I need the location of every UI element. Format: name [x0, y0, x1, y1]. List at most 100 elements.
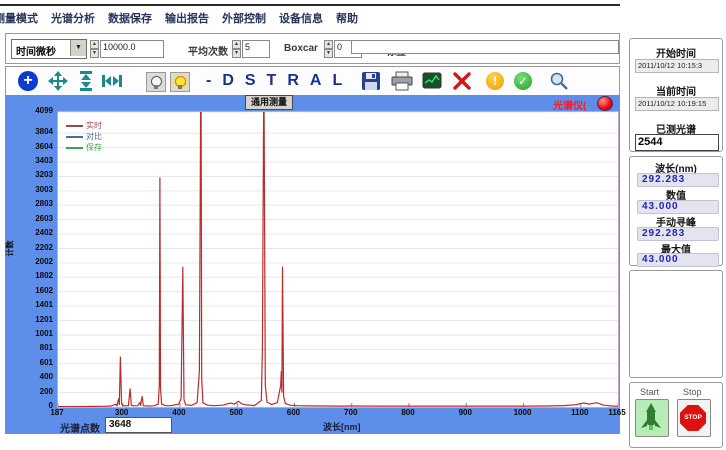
pan-icon[interactable] — [48, 71, 68, 91]
lamp-on-icon[interactable] — [170, 72, 190, 92]
stop-button-label: Stop — [683, 387, 702, 397]
integration-mode-value: 时间微秒 — [16, 43, 56, 58]
menu-item-5[interactable]: 外部控制 — [222, 10, 266, 26]
x-axis-tick-label: 400 — [164, 408, 194, 417]
save-icon[interactable] — [361, 71, 381, 91]
legend-line-icon — [66, 136, 83, 138]
integration-mode-select[interactable]: 时间微秒 ▼ — [11, 39, 87, 59]
y-axis-tick-labels: 0200400601801100112011401160218022002220… — [19, 95, 53, 434]
y-axis-title: 计数 — [5, 241, 16, 257]
window-top-border — [0, 4, 620, 6]
y-axis-tick-label: 3003 — [19, 186, 53, 194]
legend-label: 对比 — [86, 132, 102, 141]
y-axis-tick-label: 4099 — [19, 107, 53, 115]
stop-button[interactable]: STOP — [677, 399, 711, 437]
start-time-label: 开始时间 — [630, 45, 722, 60]
current-time-value: 2011/10/12 10:19:15 — [635, 97, 719, 111]
average-count-field[interactable]: 5 — [242, 40, 270, 58]
tag-input[interactable] — [351, 40, 619, 54]
acquisition-control-bar: 时间微秒 ▼ ▲▼ 10000.0 平均次数 ▲▼ 5 Boxcar ▲▼ 0 — [5, 33, 620, 64]
spectrum-points-field[interactable]: 3648 — [105, 417, 172, 433]
menu-item-3[interactable]: 数据保存 — [108, 10, 152, 26]
x-axis-tick-labels: 187300400500600700800900100011001165 — [5, 408, 620, 418]
legend-line-icon — [66, 125, 83, 127]
delete-icon[interactable] — [452, 71, 472, 91]
y-axis-tick-label: 1802 — [19, 272, 53, 280]
run-control-box: Start Stop STOP — [629, 382, 723, 448]
legend-entry-对比: 对比 — [66, 131, 102, 142]
x-axis-tick-label: 500 — [221, 408, 251, 417]
legend-label: 实时 — [86, 121, 102, 130]
x-axis-tick-label: 900 — [450, 408, 480, 417]
max-value: 43.000 — [637, 253, 719, 267]
horizontal-scale-icon[interactable] — [102, 71, 122, 91]
start-button[interactable] — [635, 399, 669, 437]
x-axis-tick-label: 700 — [336, 408, 366, 417]
x-axis-tick-label: 187 — [42, 408, 72, 417]
x-axis-tick-label: 300 — [107, 408, 137, 417]
menu-item-2[interactable]: 光谱分析 — [51, 10, 95, 26]
spectrometer-app-window: 测量模式光谱分析数据保存输出报告外部控制设备信息帮助 时间微秒 ▼ ▲▼ 100… — [0, 0, 726, 450]
y-axis-tick-label: 2002 — [19, 258, 53, 266]
legend-entry-保存: 保存 — [66, 142, 102, 153]
chevron-down-icon[interactable]: ▼ — [70, 40, 86, 56]
rocket-icon — [636, 400, 666, 434]
spare-box — [629, 270, 723, 378]
ok-icon[interactable]: ✓ — [514, 72, 532, 90]
start-time-value: 2011/10/12 10:15:3 — [635, 59, 719, 73]
spectrum-points-label: 光谱点数 — [60, 420, 100, 435]
y-axis-tick-label: 1201 — [19, 316, 53, 324]
x-axis-tick-label: 800 — [393, 408, 423, 417]
y-axis-tick-label: 400 — [19, 373, 53, 381]
plot-legend: 实时对比保存 — [66, 120, 102, 153]
print-icon[interactable] — [391, 71, 411, 91]
status-led-icon — [597, 96, 613, 111]
warning-icon[interactable]: ! — [486, 72, 504, 90]
start-button-label: Start — [640, 387, 659, 397]
tab-general-measurement[interactable]: 通用测量 — [245, 95, 293, 110]
screen-icon[interactable] — [422, 71, 442, 91]
y-axis-tick-label: 3203 — [19, 171, 53, 179]
average-count-label: 平均次数 — [188, 43, 228, 58]
stop-sign-icon: STOP — [680, 405, 706, 431]
menu-item-7[interactable]: 帮助 — [336, 10, 358, 26]
x-axis-tick-label: 1000 — [508, 408, 538, 417]
boxcar-stepper[interactable]: ▲▼ — [324, 40, 333, 56]
menu-bar: 测量模式光谱分析数据保存输出报告外部控制设备信息帮助 — [0, 9, 634, 25]
y-axis-tick-label: 2202 — [19, 244, 53, 252]
count-value: 43.000 — [637, 200, 719, 214]
y-axis-tick-label: 3403 — [19, 157, 53, 165]
vertical-scale-icon[interactable] — [76, 71, 96, 91]
chart-panel: 通用测量 光谱仪( 计数 020040060180110011201140116… — [5, 95, 620, 434]
spectrum-plot-area[interactable]: 实时对比保存 — [57, 111, 619, 408]
spectrum-svg — [58, 112, 618, 407]
legend-line-icon — [66, 147, 83, 149]
y-axis-tick-label: 801 — [19, 344, 53, 352]
search-icon[interactable] — [549, 71, 569, 91]
average-count-stepper[interactable]: ▲▼ — [232, 40, 241, 56]
integration-time-field[interactable]: 10000.0 — [100, 40, 164, 58]
x-axis-tick-label: 1100 — [565, 408, 595, 417]
time-info-box: 开始时间 2011/10/12 10:15:3 当前时间 2011/10/12 … — [629, 38, 723, 152]
y-axis-tick-label: 3604 — [19, 143, 53, 151]
y-axis-tick-label: 601 — [19, 359, 53, 367]
boxcar-label: Boxcar — [284, 43, 318, 54]
legend-entry-实时: 实时 — [66, 120, 102, 131]
menu-item-6[interactable]: 设备信息 — [279, 10, 323, 26]
current-time-label: 当前时间 — [630, 83, 722, 98]
brand-logo: -DSTRAL — [206, 72, 353, 90]
y-axis-tick-label: 1001 — [19, 330, 53, 338]
x-axis-title: 波长[nm] — [323, 420, 361, 433]
y-axis-tick-label: 3804 — [19, 128, 53, 136]
y-axis-tick-label: 2603 — [19, 215, 53, 223]
spectrometer-status-label: 光谱仪( — [553, 97, 586, 112]
wavelength-value: 292.283 — [637, 173, 719, 187]
zoom-in-icon[interactable]: + — [18, 71, 38, 91]
integration-time-stepper[interactable]: ▲▼ — [90, 40, 99, 56]
menu-item-4[interactable]: 输出报告 — [165, 10, 209, 26]
toolbar: + -DSTRAL ! ✓ — [5, 66, 620, 97]
measured-spectra-value: 2544 — [635, 134, 719, 151]
lamp-off-icon[interactable] — [146, 72, 166, 92]
x-axis-tick-label: 600 — [278, 408, 308, 417]
menu-item-1[interactable]: 测量模式 — [0, 10, 38, 26]
